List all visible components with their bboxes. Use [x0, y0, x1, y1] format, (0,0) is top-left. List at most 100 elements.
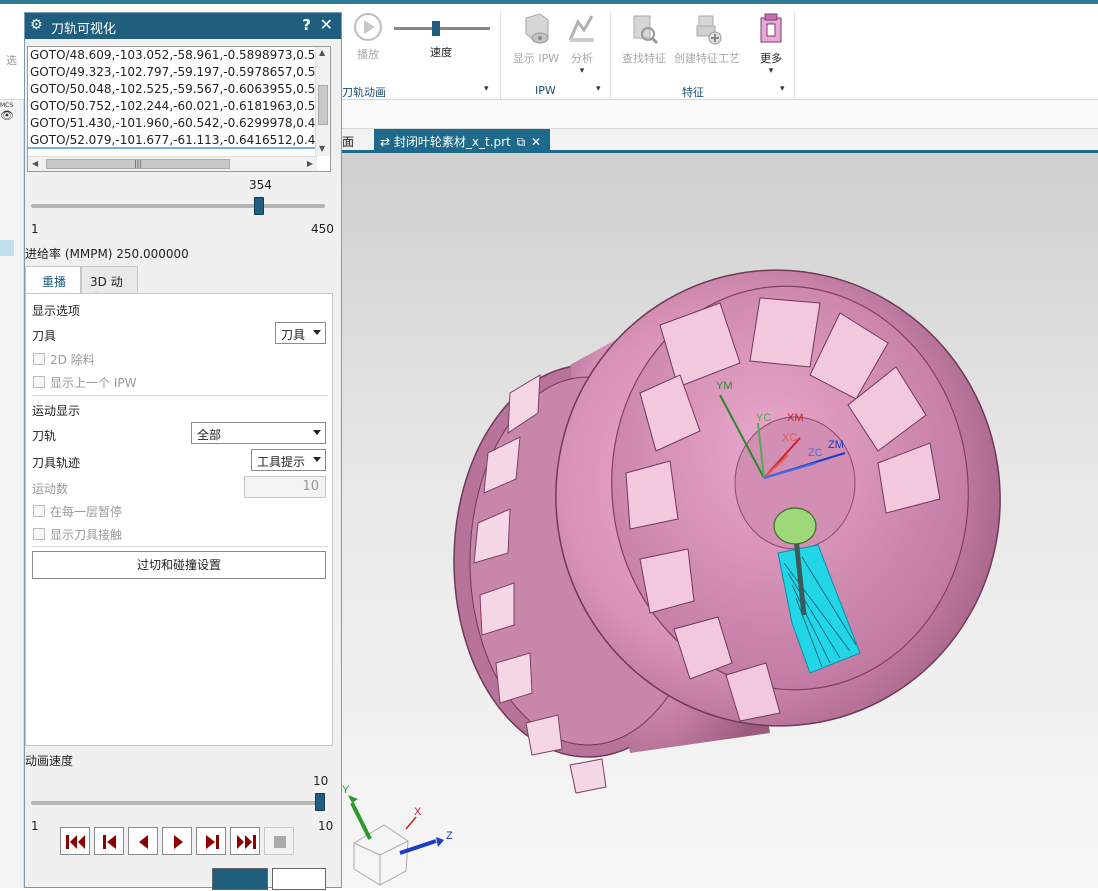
- gear-icon[interactable]: ⚙: [30, 17, 43, 33]
- position-slider-max: 450: [311, 222, 334, 236]
- play-forward-icon: [174, 835, 183, 849]
- toolpath-dropdown-value: 全部: [197, 428, 222, 442]
- tab-replay[interactable]: 重播: [25, 266, 81, 294]
- group-label-animation: 刀轨动画: [342, 86, 386, 99]
- close-button[interactable]: ✕: [320, 15, 333, 34]
- play-reverse-button[interactable]: [128, 827, 158, 855]
- tab-detach-icon[interactable]: ⧉: [517, 135, 526, 149]
- graphics-viewport[interactable]: YM XM ZM YC XC ZC Y X Z: [340, 153, 1098, 888]
- checkbox-show-tool-contact[interactable]: [33, 528, 45, 540]
- checkbox-show-prev-ipw[interactable]: [33, 376, 45, 388]
- tool-trace-dropdown-value: 工具提示: [257, 455, 306, 469]
- step-back-icon: [103, 835, 116, 849]
- feed-rate-label: 进给率 (MMPM) 250.000000: [25, 247, 189, 261]
- vertical-scroll-thumb[interactable]: [318, 85, 328, 125]
- group-expand-ipw[interactable]: ▾: [596, 84, 601, 94]
- position-slider-min: 1: [31, 222, 39, 236]
- position-slider-thumb[interactable]: [254, 197, 265, 215]
- ribbon-separator: [610, 12, 611, 100]
- gouge-collision-settings-button[interactable]: 过切和碰撞设置: [32, 551, 326, 579]
- tool-ball: [773, 507, 817, 545]
- motion-count-value: 10: [302, 479, 319, 494]
- list-item[interactable]: GOTO/50.752,-102.244,-60.021,-0.6181963,…: [28, 98, 316, 115]
- strip-highlight: [0, 240, 14, 256]
- speed-label: 速度: [430, 46, 452, 59]
- list-item[interactable]: GOTO/50.048,-102.525,-59.567,-0.6063955,…: [28, 81, 316, 98]
- anim-speed-label: 动画速度: [25, 754, 74, 768]
- divider: [32, 395, 328, 396]
- create-feature-process-label: 创建特征工艺: [674, 52, 740, 65]
- help-button[interactable]: ?: [302, 16, 311, 34]
- step-back-button[interactable]: [94, 827, 124, 855]
- sync-icon: ⇄: [380, 135, 391, 149]
- display-options-heading: 显示选项: [32, 304, 81, 318]
- rewind-to-start-button[interactable]: [60, 827, 90, 855]
- checkbox-pause-each-layer[interactable]: [33, 505, 45, 517]
- tab-partial[interactable]: 面: [342, 133, 354, 150]
- tool-trace-dropdown[interactable]: 工具提示: [251, 449, 326, 471]
- left-resource-strip: MCS 👁: [0, 100, 24, 888]
- group-expand-animation[interactable]: ▾: [484, 84, 489, 94]
- speed-slider-min: 1: [31, 819, 39, 833]
- speed-slider-max: 10: [318, 819, 334, 833]
- checkbox-show-prev-ipw-label: 显示上一个 IPW: [50, 376, 137, 390]
- mcs-icon[interactable]: MCS 👁: [0, 102, 22, 122]
- horizontal-scroll-thumb[interactable]: |||: [46, 159, 230, 169]
- axis-label-zm: ZM: [828, 439, 844, 451]
- anim-speed-slider-track[interactable]: [31, 801, 325, 805]
- step-forward-icon: [206, 835, 219, 849]
- goto-list[interactable]: GOTO/48.609,-103.052,-58.961,-0.5898973,…: [27, 46, 331, 172]
- cancel-button[interactable]: [272, 868, 326, 890]
- create-feature-icon: [696, 15, 722, 45]
- tool-dropdown[interactable]: 刀具: [275, 322, 326, 344]
- create-feature-process-button[interactable]: 创建特征工艺: [672, 12, 742, 66]
- vertical-scrollbar[interactable]: ▲ ▼: [315, 47, 330, 156]
- find-feature-button[interactable]: 查找特征: [618, 12, 670, 66]
- fast-forward-to-end-button[interactable]: [230, 827, 260, 855]
- find-feature-label: 查找特征: [622, 52, 666, 65]
- tool-trace-label: 刀具轨迹: [32, 456, 81, 470]
- scroll-left-icon[interactable]: ◀: [32, 159, 38, 168]
- list-item[interactable]: GOTO/48.609,-103.052,-58.961,-0.5898973,…: [28, 47, 316, 64]
- tab-close-icon[interactable]: ✕: [531, 135, 541, 149]
- find-feature-icon: [633, 15, 659, 45]
- position-slider-track[interactable]: [31, 204, 325, 208]
- mcs-label: MCS: [0, 102, 14, 109]
- scroll-down-icon[interactable]: ▼: [319, 144, 325, 153]
- play-forward-button[interactable]: [162, 827, 192, 855]
- group-label-ipw: IPW: [535, 84, 556, 97]
- ipw-icon: [525, 13, 549, 44]
- scroll-right-icon[interactable]: ▶: [307, 159, 313, 168]
- speed-slider-thumb[interactable]: [432, 21, 440, 36]
- tab-part-file[interactable]: ⇄ 封闭叶轮素材_x_t.prt ⧉ ✕: [374, 129, 550, 153]
- more-label: 更多: [760, 52, 782, 65]
- motion-count-input[interactable]: 10: [244, 476, 326, 498]
- skip-to-start-icon: [66, 835, 85, 849]
- show-ipw-button[interactable]: 显示 IPW: [508, 12, 564, 66]
- list-item[interactable]: GOTO/51.430,-101.960,-60.542,-0.6299978,…: [28, 115, 316, 132]
- list-item-selected[interactable]: GOTO/52.079,-101.677,-61.113,-0.6416512,…: [28, 132, 316, 149]
- axis-label-ym: YM: [716, 380, 733, 392]
- more-button[interactable]: 更多 ▾: [752, 12, 790, 76]
- step-forward-button[interactable]: [196, 827, 226, 855]
- toolpath-dropdown[interactable]: 全部: [191, 422, 326, 444]
- ok-button[interactable]: [212, 868, 268, 890]
- stop-button[interactable]: [264, 827, 294, 855]
- play-button[interactable]: 播放: [350, 12, 386, 62]
- speed-slider[interactable]: [394, 21, 490, 42]
- checkbox-2d-removal[interactable]: [33, 353, 45, 365]
- analyze-button[interactable]: 分析 ▾: [562, 12, 602, 76]
- axis-label-zc: ZC: [808, 447, 823, 459]
- stop-icon: [274, 836, 286, 848]
- play-icon: [354, 13, 382, 41]
- motion-display-heading: 运动显示: [32, 404, 81, 418]
- scroll-up-icon[interactable]: ▲: [319, 48, 325, 57]
- horizontal-scrollbar[interactable]: ◀ ||| ▶: [28, 156, 317, 171]
- dialog-title-bar[interactable]: ⚙ 刀轨可视化 ? ✕: [25, 13, 341, 39]
- tab-3d-dynamic[interactable]: 3D 动态: [81, 266, 138, 306]
- ribbon-separator: [500, 12, 501, 100]
- group-expand-feature[interactable]: ▾: [780, 84, 785, 94]
- anim-speed-slider-thumb[interactable]: [315, 793, 325, 811]
- list-item[interactable]: GOTO/49.323,-102.797,-59.197,-0.5978657,…: [28, 64, 316, 81]
- group-label-feature: 特征: [682, 86, 704, 99]
